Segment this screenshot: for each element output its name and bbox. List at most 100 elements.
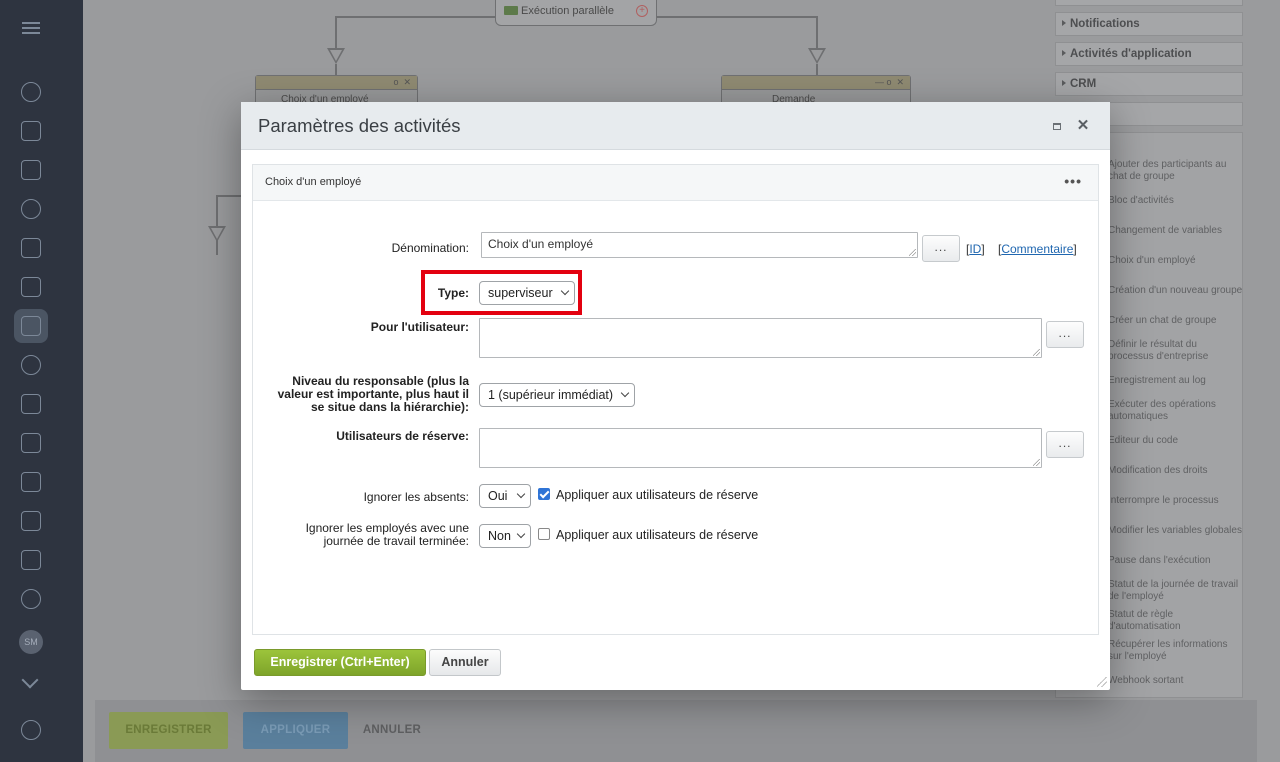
avatar[interactable]: SM — [19, 630, 43, 654]
connector — [816, 16, 818, 48]
apply-reserve-checkbox-2[interactable] — [538, 528, 550, 540]
name-field[interactable]: Choix d'un employé — [481, 232, 918, 258]
level-select[interactable]: 1 (supérieur immédiat) — [479, 383, 635, 407]
list-item[interactable]: Éditeur du code — [1108, 435, 1244, 447]
cart-icon[interactable] — [21, 238, 41, 258]
list-item[interactable]: Pause dans l'exécution — [1108, 555, 1244, 567]
connector — [216, 195, 218, 255]
list-item[interactable]: Modification des droits — [1108, 465, 1244, 477]
timer-icon[interactable] — [21, 589, 41, 609]
for-user-picker-button[interactable]: ... — [1046, 321, 1084, 348]
chevron-down-icon — [620, 388, 630, 398]
apply-reserve-label-1: Appliquer aux utilisateurs de réserve — [556, 488, 759, 502]
connector — [336, 16, 496, 18]
chevron-down-icon — [516, 529, 526, 539]
bg-apply-button[interactable]: APPLIQUER — [243, 712, 348, 749]
maximize-icon[interactable] — [1053, 123, 1061, 130]
robot-icon[interactable] — [21, 316, 41, 336]
ignore-finished-label: Ignorer les employés avec une journée de… — [305, 521, 469, 548]
parallel-icon — [504, 6, 518, 15]
apply-reserve-label-2: Appliquer aux utilisateurs de réserve — [556, 528, 759, 542]
reserve-users-label: Utilisateurs de réserve: — [336, 429, 469, 443]
building-icon[interactable] — [21, 394, 41, 414]
add-branch-icon[interactable]: + — [636, 5, 648, 17]
list-item[interactable]: Modifier les variables globales — [1108, 525, 1244, 537]
gear-icon[interactable] — [21, 720, 41, 740]
activity-icon[interactable] — [21, 82, 41, 102]
dialog-title: Paramètres des activités — [258, 115, 461, 136]
parallel-block[interactable]: Exécution parallèle + — [495, 0, 657, 26]
ignore-finished-select[interactable]: Non — [479, 524, 531, 548]
ignore-absent-label: Ignorer les absents: — [363, 490, 469, 504]
dialog-header: Paramètres des activités ✕ — [241, 102, 1110, 150]
activity-panel: Choix d'un employé ••• Dénomination: Cho… — [252, 164, 1099, 635]
triangle-right-icon — [1062, 20, 1066, 26]
arrow-down-icon — [208, 226, 226, 242]
highlight-box — [421, 270, 582, 315]
list-item[interactable]: Définir le résultat du processus d'entre… — [1108, 339, 1244, 363]
bg-save-button[interactable]: ENREGISTRER — [109, 712, 228, 749]
cube-icon[interactable] — [21, 199, 41, 219]
target-icon[interactable] — [21, 355, 41, 375]
list-item[interactable]: Choix d'un employé — [1108, 255, 1244, 267]
menu-icon[interactable] — [22, 22, 40, 24]
apply-reserve-checkbox-1[interactable] — [538, 488, 550, 500]
filter-icon[interactable] — [21, 160, 41, 180]
arrow-down-icon — [327, 48, 345, 64]
close-icon[interactable]: ✕ — [1075, 116, 1091, 136]
list-item[interactable]: Enregistrement au log — [1108, 375, 1244, 387]
level-label: Niveau du responsable (plus la valeur es… — [277, 374, 469, 414]
level-select-value: 1 (supérieur immédiat) — [488, 388, 614, 402]
for-user-field[interactable] — [479, 318, 1042, 358]
triangle-right-icon — [1062, 50, 1066, 56]
list-item[interactable]: Récupérer les informations sur l'employé — [1108, 639, 1244, 663]
ignore-finished-value: Non — [488, 529, 511, 543]
ignore-absent-value: Oui — [488, 489, 508, 503]
calendar-icon[interactable] — [21, 550, 41, 570]
list-item[interactable]: Créer un chat de groupe — [1108, 315, 1244, 327]
list-item[interactable]: Ajouter des participants au chat de grou… — [1108, 159, 1244, 183]
list-item[interactable]: Webhook sortant — [1108, 675, 1244, 687]
connector — [216, 195, 242, 197]
comment-link-wrapper: [Commentaire] — [998, 242, 1077, 256]
save-button[interactable]: Enregistrer (Ctrl+Enter) — [254, 649, 426, 676]
chevron-down-icon — [516, 489, 526, 499]
chart-icon[interactable] — [21, 511, 41, 531]
document-icon[interactable] — [21, 472, 41, 492]
arrow-down-icon — [808, 48, 826, 64]
list-item[interactable]: Statut de la journée de travail de l'emp… — [1108, 579, 1244, 603]
for-user-label: Pour l'utilisateur: — [370, 320, 469, 334]
resize-grip[interactable] — [1097, 677, 1107, 687]
tasks-icon[interactable] — [21, 121, 41, 141]
reserve-users-field[interactable] — [479, 428, 1042, 468]
list-item[interactable]: Interrompre le processus — [1108, 495, 1244, 507]
ignore-absent-select[interactable]: Oui — [479, 484, 531, 508]
connector — [335, 16, 337, 48]
list-item[interactable]: Bloc d'activités — [1108, 195, 1244, 207]
reserve-users-picker-button[interactable]: ... — [1046, 431, 1084, 458]
list-item[interactable]: Statut de règle d'automatisation — [1108, 609, 1244, 633]
name-label: Dénomination: — [391, 241, 469, 255]
bottom-toolbar: ENREGISTRER APPLIQUER ANNULER — [95, 700, 1257, 762]
left-sidebar: SM — [0, 0, 83, 762]
name-picker-button[interactable]: ... — [922, 235, 960, 262]
comment-link[interactable]: Commentaire — [1001, 242, 1073, 256]
section-notifications[interactable]: Notifications — [1055, 12, 1243, 36]
panel-header: Choix d'un employé ••• — [253, 165, 1098, 201]
chat-icon[interactable] — [21, 277, 41, 297]
panel-title: Choix d'un employé — [265, 176, 362, 188]
panel-section — [1055, 0, 1243, 6]
id-link-wrapper: [ID] — [966, 242, 985, 256]
activity-settings-dialog: Paramètres des activités ✕ Choix d'un em… — [241, 102, 1110, 690]
more-icon[interactable]: ••• — [1064, 173, 1082, 189]
edit-icon[interactable] — [21, 433, 41, 453]
section-crm[interactable]: CRM — [1055, 72, 1243, 96]
list-item[interactable]: Exécuter des opérations automatiques — [1108, 399, 1244, 423]
bg-cancel-button[interactable]: ANNULER — [357, 712, 427, 749]
cancel-button[interactable]: Annuler — [429, 649, 501, 676]
id-link[interactable]: ID — [969, 242, 981, 256]
list-item[interactable]: Changement de variables — [1108, 225, 1244, 237]
list-item[interactable]: Création d'un nouveau groupe — [1108, 285, 1244, 297]
section-app-activities[interactable]: Activités d'application — [1055, 42, 1243, 66]
chevron-down-icon[interactable] — [21, 671, 39, 689]
